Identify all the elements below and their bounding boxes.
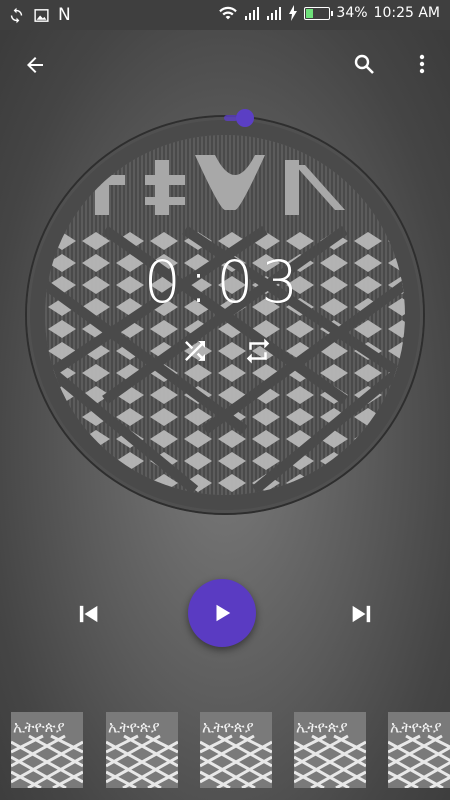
- queue-item[interactable]: ኢትዮጵያ: [294, 712, 366, 788]
- shuffle-icon: [185, 341, 205, 361]
- notification-icons: N: [8, 5, 71, 25]
- queue-strip: ኢትዮጵያ ኢትዮጵያ ኢትዮጵያ ኢትዮጵያ ኢትዮጵያ: [0, 712, 450, 790]
- queue-item-art-text: ኢትዮጵያ: [108, 718, 160, 736]
- battery-icon: [304, 6, 334, 20]
- seek-handle[interactable]: [236, 109, 254, 127]
- wifi-icon: [218, 5, 238, 21]
- repeat-icon: [246, 338, 270, 364]
- repeat-button[interactable]: [238, 331, 278, 371]
- signal-icon: [244, 5, 260, 21]
- queue-item-art-text: ኢትዮጵያ: [13, 718, 65, 736]
- queue-item[interactable]: ኢትዮጵያ: [200, 712, 272, 788]
- queue-item-art-text: ኢትዮጵያ: [202, 718, 254, 736]
- shuffle-button[interactable]: [175, 331, 215, 371]
- queue-item-art-text: ኢትዮጵያ: [390, 718, 442, 736]
- more-vert-icon: [419, 54, 425, 74]
- image-icon: [33, 7, 50, 24]
- arrow-back-icon: [27, 57, 43, 73]
- skip-next-icon: [352, 605, 371, 623]
- next-button[interactable]: [340, 592, 384, 636]
- battery-percent: 34%: [336, 5, 368, 21]
- battery-level-fill: [306, 8, 314, 18]
- charging-icon: [288, 5, 298, 21]
- queue-item[interactable]: ኢትዮጵያ: [11, 712, 83, 788]
- play-button[interactable]: [188, 579, 256, 647]
- search-button[interactable]: [342, 42, 386, 86]
- elapsed-time: 0:03: [143, 248, 307, 316]
- previous-button[interactable]: [66, 592, 110, 636]
- system-status: 34% 10:25 AM: [218, 5, 440, 21]
- search-icon: [354, 54, 374, 74]
- queue-item[interactable]: ኢትዮጵያ: [106, 712, 178, 788]
- n-notification-icon: N: [58, 5, 71, 25]
- back-button[interactable]: [13, 43, 57, 87]
- overflow-menu-button[interactable]: [400, 42, 444, 86]
- queue-item[interactable]: ኢትዮጵያ: [388, 712, 450, 788]
- status-bar: N 34% 10:25 AM: [0, 0, 450, 30]
- play-icon: [216, 604, 231, 622]
- queue-item-art-text: ኢትዮጵያ: [296, 718, 348, 736]
- toolbar: [0, 30, 450, 100]
- clock: 10:25 AM: [373, 5, 440, 21]
- signal-icon-2: [266, 5, 282, 21]
- sync-icon: [8, 7, 25, 24]
- skip-previous-icon: [79, 605, 98, 623]
